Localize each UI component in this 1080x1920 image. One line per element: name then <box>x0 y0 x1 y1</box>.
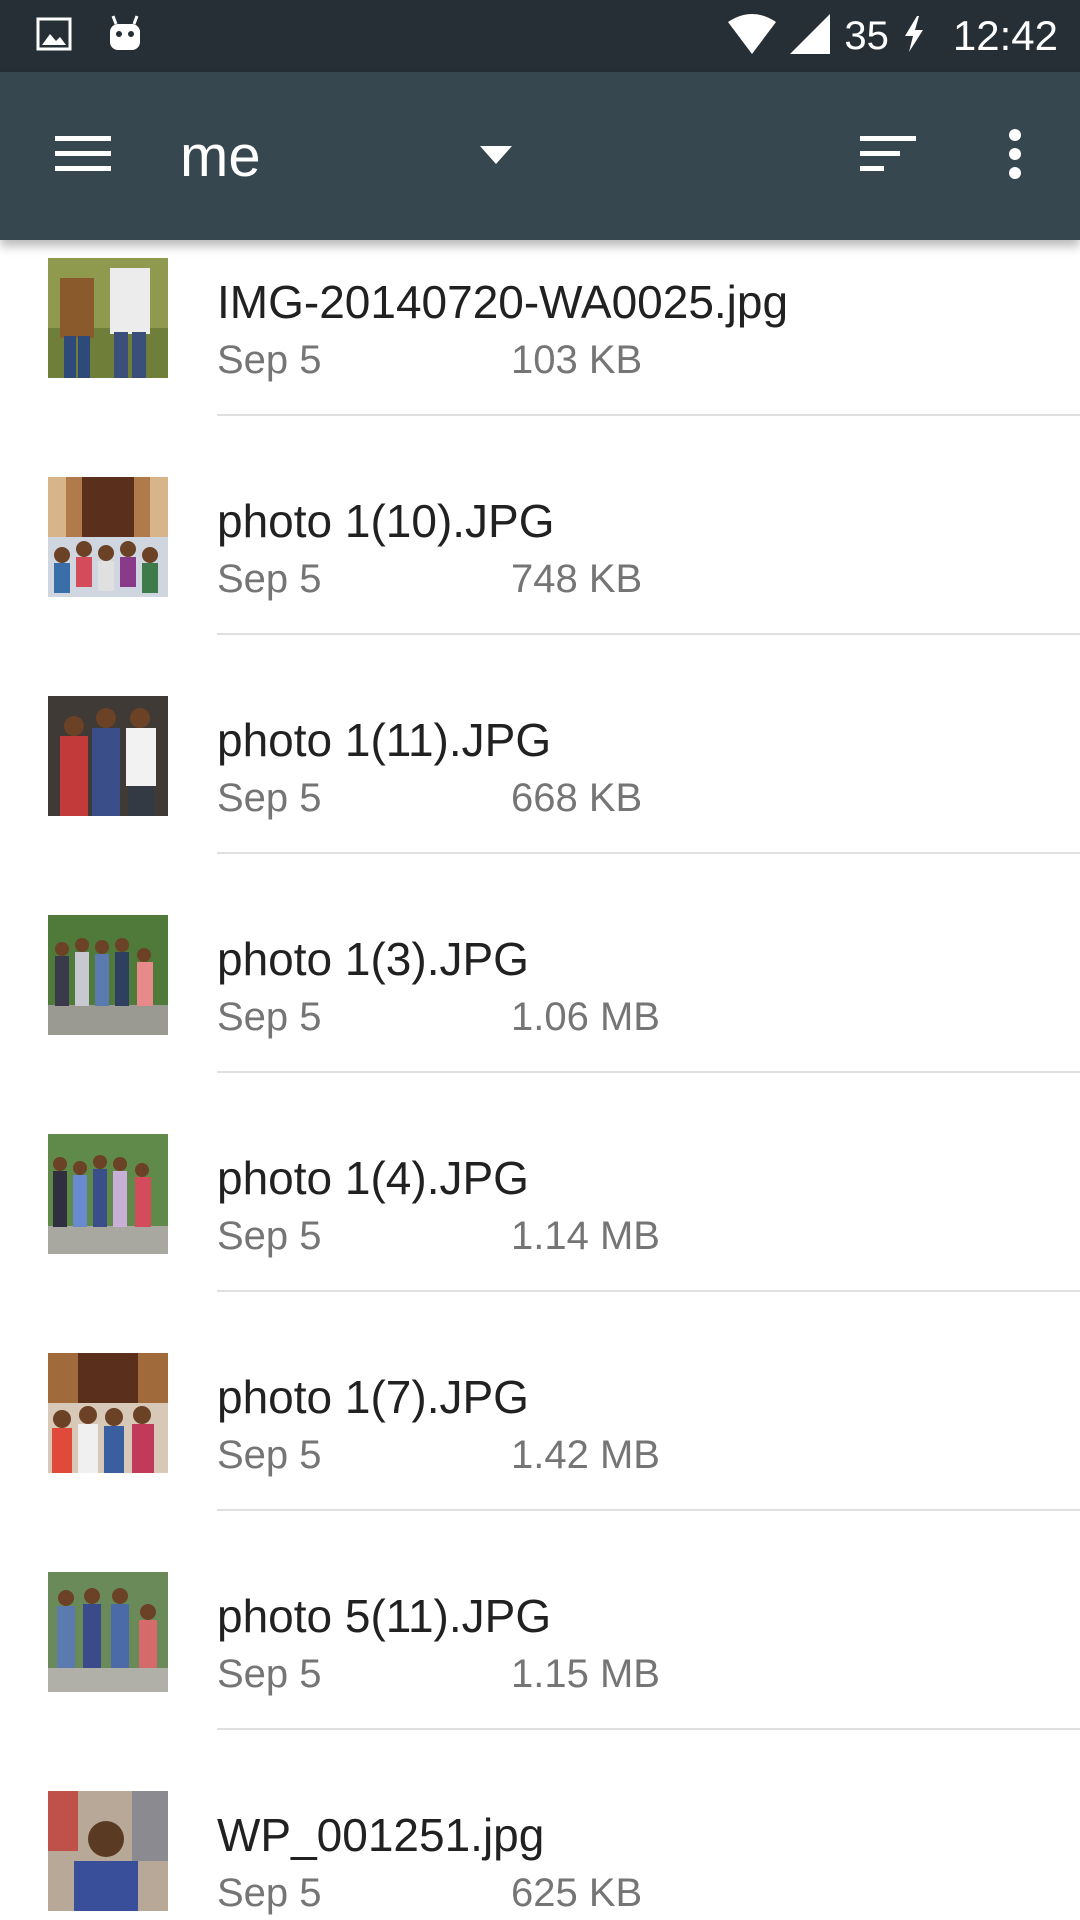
navigation-menu-button[interactable] <box>40 116 126 196</box>
app-toolbar: me <box>0 72 1080 240</box>
file-size: 1.15 MB <box>511 1652 660 1696</box>
file-row[interactable]: photo 1(4).JPG Sep 5 1.14 MB <box>0 1073 1080 1292</box>
sort-button[interactable] <box>848 116 928 196</box>
file-size: 1.06 MB <box>511 995 660 1039</box>
dropdown-arrow-icon <box>480 145 512 169</box>
file-size: 1.42 MB <box>511 1433 660 1477</box>
file-thumbnail <box>48 1353 168 1473</box>
file-date: Sep 5 <box>217 995 322 1039</box>
file-row[interactable]: photo 1(3).JPG Sep 5 1.06 MB <box>0 854 1080 1073</box>
file-list[interactable]: IMG-20140720-WA0025.jpg Sep 5 103 KB pho… <box>0 240 1080 1920</box>
file-row[interactable]: IMG-20140720-WA0025.jpg Sep 5 103 KB <box>0 240 1080 416</box>
toolbar-title: me <box>180 123 261 189</box>
file-name: photo 5(11).JPG <box>217 1590 552 1642</box>
file-size: 625 KB <box>511 1871 643 1915</box>
file-name: photo 1(4).JPG <box>217 1152 529 1204</box>
file-row[interactable]: photo 1(7).JPG Sep 5 1.42 MB <box>0 1292 1080 1511</box>
file-thumbnail <box>48 915 168 1035</box>
file-name: photo 1(7).JPG <box>217 1371 529 1423</box>
file-date: Sep 5 <box>217 1433 322 1477</box>
file-size: 748 KB <box>511 557 643 601</box>
file-date: Sep 5 <box>217 1214 322 1258</box>
gallery-notification-icon <box>36 17 72 56</box>
file-name: IMG-20140720-WA0025.jpg <box>217 276 789 328</box>
file-row[interactable]: photo 1(11).JPG Sep 5 668 KB <box>0 635 1080 854</box>
file-thumbnail <box>48 477 168 597</box>
file-size: 103 KB <box>511 338 643 382</box>
file-name: photo 1(11).JPG <box>217 714 552 766</box>
wifi-icon <box>728 13 777 59</box>
battery-level: 35 <box>844 13 889 58</box>
file-date: Sep 5 <box>217 776 322 820</box>
file-row[interactable]: photo 1(10).JPG Sep 5 748 KB <box>0 416 1080 635</box>
file-date: Sep 5 <box>217 338 322 382</box>
file-date: Sep 5 <box>217 557 322 601</box>
file-name: WP_001251.jpg <box>217 1809 545 1861</box>
charging-bolt-icon <box>903 15 925 57</box>
file-thumbnail <box>48 1791 168 1911</box>
file-thumbnail <box>48 1572 168 1692</box>
file-name: photo 1(3).JPG <box>217 933 529 985</box>
hamburger-menu-icon <box>55 134 111 179</box>
status-bar: 35 12:42 <box>0 0 1080 72</box>
file-row[interactable]: WP_001251.jpg Sep 5 625 KB <box>0 1730 1080 1920</box>
file-date: Sep 5 <box>217 1652 322 1696</box>
file-name: photo 1(10).JPG <box>217 495 555 547</box>
file-thumbnail <box>48 696 168 816</box>
file-size: 668 KB <box>511 776 643 820</box>
clock: 12:42 <box>952 12 1058 59</box>
file-size: 1.14 MB <box>511 1214 660 1258</box>
overflow-menu-icon <box>1007 128 1023 184</box>
file-thumbnail <box>48 1134 168 1254</box>
cell-signal-icon <box>790 13 831 59</box>
overflow-menu-button[interactable] <box>975 116 1055 196</box>
sort-icon <box>860 134 916 179</box>
file-thumbnail <box>48 258 168 378</box>
android-icon <box>106 14 144 59</box>
file-row[interactable]: photo 5(11).JPG Sep 5 1.15 MB <box>0 1511 1080 1730</box>
account-dropdown-button[interactable] <box>470 132 522 182</box>
file-date: Sep 5 <box>217 1871 322 1915</box>
